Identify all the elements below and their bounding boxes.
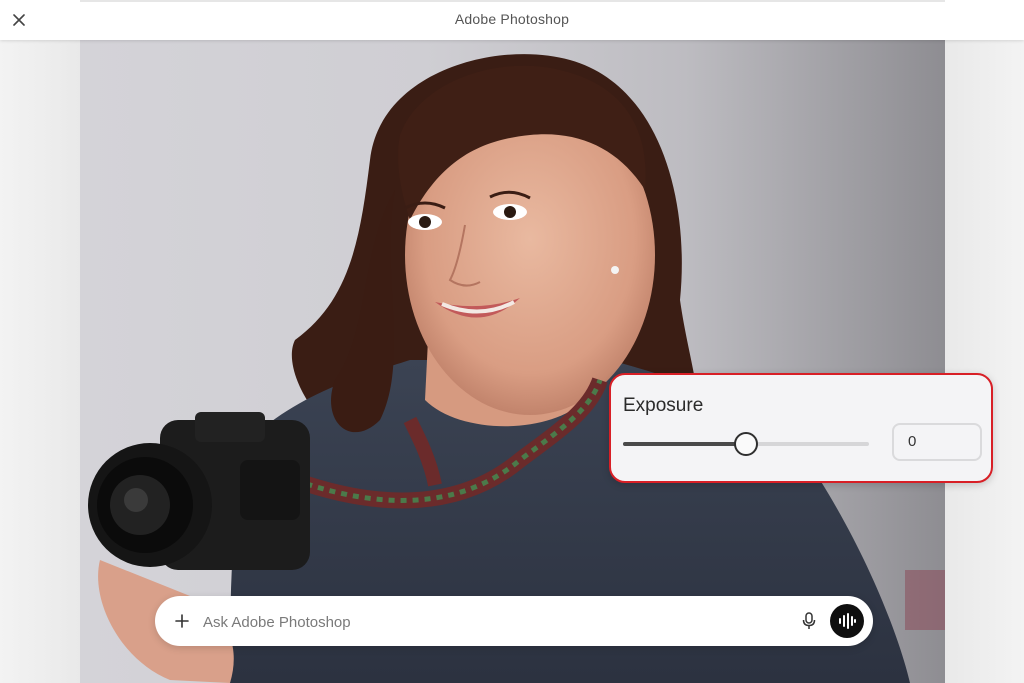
exposure-panel: Exposure 0 [609, 373, 993, 483]
title-bar-divider [80, 0, 945, 2]
voice-mode-button[interactable] [830, 604, 864, 638]
exposure-slider-fill [623, 442, 746, 446]
microphone-button[interactable] [798, 610, 820, 632]
plus-icon [175, 614, 189, 628]
exposure-slider-thumb[interactable] [734, 432, 758, 456]
exposure-slider[interactable] [623, 432, 869, 456]
voice-waveform-icon [839, 613, 856, 629]
window-title: Adobe Photoshop [454, 11, 570, 27]
microphone-icon [802, 612, 816, 629]
photo-canvas[interactable] [80, 40, 945, 683]
canvas-margin-left [0, 40, 80, 683]
portrait-photo [88, 54, 945, 683]
exposure-label: Exposure [623, 395, 704, 416]
add-button[interactable] [171, 610, 193, 632]
title-bar: Adobe Photoshop [0, 0, 1024, 40]
prompt-bar [155, 596, 873, 646]
prompt-input[interactable] [203, 611, 743, 633]
canvas-margin-right [945, 40, 1024, 683]
exposure-value-field[interactable]: 0 [892, 423, 982, 461]
